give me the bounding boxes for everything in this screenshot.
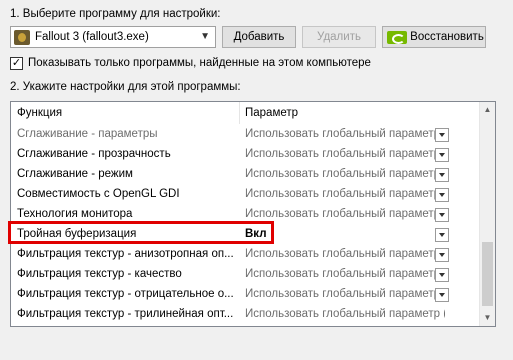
row-function: Технология монитора [17,208,133,220]
row-value: Использовать глобальный параметр (П... [245,208,445,220]
fallout-icon [14,30,30,45]
chevron-down-icon[interactable] [435,208,449,222]
row-value: Использовать глобальный параметр (У... [245,168,445,180]
row-function: Фильтрация текстур - качество [17,268,182,280]
chevron-down-icon[interactable] [435,148,449,162]
column-divider[interactable] [239,102,240,124]
row-function: Фильтрация текстур - отрицательное о... [17,288,234,300]
row-function: Сглаживание - параметры [17,128,158,140]
step2-label: 2. Укажите настройки для этой программы: [10,81,241,93]
row-value: Использовать глобальный параметр (Р... [245,288,445,300]
chevron-down-icon: ▼ [200,31,210,42]
table-row[interactable]: Фильтрация текстур - отрицательное о... … [11,285,481,305]
chevron-down-icon[interactable] [435,168,449,182]
chevron-down-icon[interactable] [435,268,449,282]
row-function: Фильтрация текстур - трилинейная опт... [17,308,234,320]
table-row[interactable]: Сглаживание - режим Использовать глобаль… [11,165,481,185]
nvidia-logo-icon [387,31,407,44]
chevron-down-icon[interactable] [435,128,449,142]
program-select-value: Fallout 3 (fallout3.exe) [35,31,149,43]
scroll-down-icon[interactable]: ▼ [480,310,495,326]
chevron-down-icon[interactable] [435,228,449,242]
filter-checkbox-label: Показывать только программы, найденные н… [28,57,371,69]
row-value: Использовать глобальный параметр (В... [245,248,445,260]
step1-label: 1. Выберите программу для настройки: [10,8,221,20]
table-row[interactable]: Фильтрация текстур - анизотропная оп... … [11,245,481,265]
chevron-down-icon[interactable] [435,188,449,202]
restore-button-label: Восстановить [410,31,484,43]
table-row[interactable]: Сглаживание - параметры Использовать гло… [11,125,481,145]
program-select[interactable]: Fallout 3 (fallout3.exe) ▼ [10,26,216,48]
restore-button[interactable]: Восстановить [382,26,486,48]
column-header-function[interactable]: Функция [17,107,62,119]
add-button[interactable]: Добавить [222,26,296,48]
row-value: Вкл [245,228,267,240]
settings-table: Функция Параметр Сглаживание - параметры… [10,101,496,327]
chevron-down-icon[interactable] [435,288,449,302]
row-value: Использовать глобальный параметр (К... [245,268,445,280]
row-value: Использовать глобальный параметр (А... [245,188,445,200]
column-header-parameter[interactable]: Параметр [245,107,298,119]
scroll-up-icon[interactable]: ▲ [480,102,495,118]
row-value: Использовать глобальный параметр (В... [245,148,445,160]
row-value: Использовать глобальный параметр (Вкл) [245,308,445,320]
row-function: Совместимость с OpenGL GDI [17,188,180,200]
table-header: Функция Параметр [11,102,481,124]
row-function: Фильтрация текстур - анизотропная оп... [17,248,234,260]
scrollbar-thumb[interactable] [482,242,493,306]
row-function: Сглаживание - режим [17,168,133,180]
filter-checkbox[interactable]: ✓ [10,57,23,70]
vertical-scrollbar[interactable]: ▲ ▼ [479,102,495,326]
row-value: Использовать глобальный параметр (У... [245,128,445,140]
table-row[interactable]: Фильтрация текстур - трилинейная опт... … [11,305,481,325]
table-row[interactable]: Сглаживание - прозрачность Использовать … [11,145,481,165]
table-row[interactable]: Совместимость с OpenGL GDI Использовать … [11,185,481,205]
chevron-down-icon[interactable] [435,248,449,262]
table-row[interactable]: Фильтрация текстур - качество Использова… [11,265,481,285]
row-function: Сглаживание - прозрачность [17,148,171,160]
highlight-box [8,221,274,244]
remove-button[interactable]: Удалить [302,26,376,48]
